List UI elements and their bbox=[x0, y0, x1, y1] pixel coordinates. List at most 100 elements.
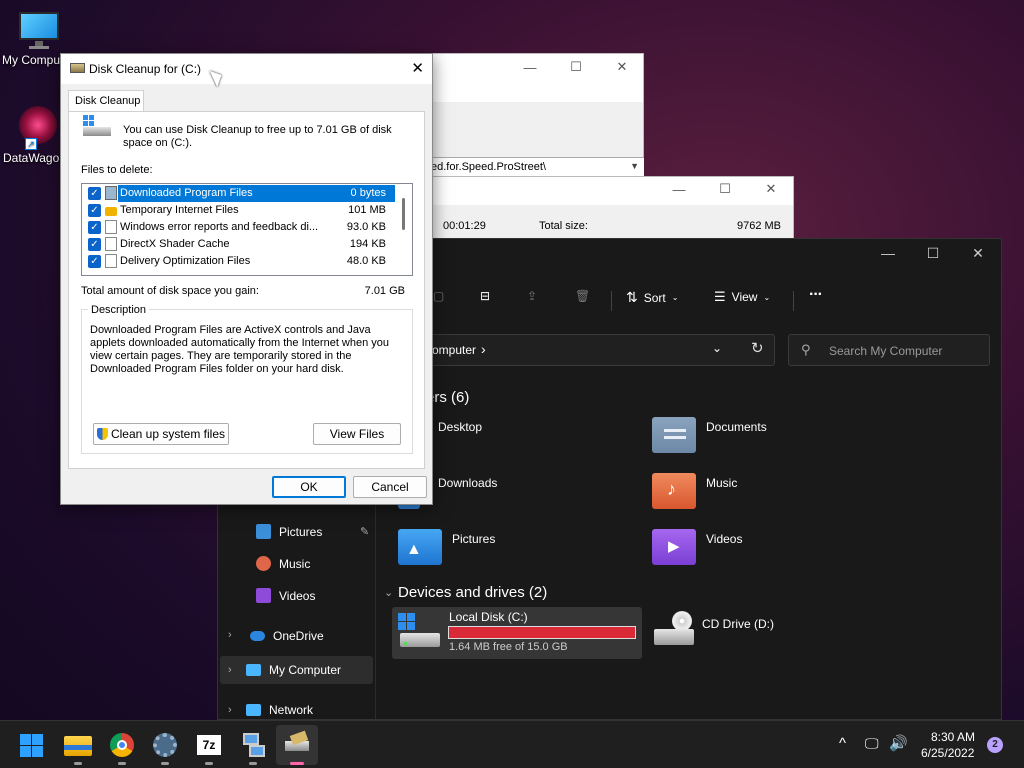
minimize-icon[interactable]: — bbox=[664, 182, 694, 197]
7zip-icon[interactable]: 7z bbox=[193, 729, 225, 765]
nav-item-my-computer[interactable]: My Computer bbox=[246, 663, 341, 677]
path-combobox[interactable]: ed.for.Speed.ProStreet\ ▼ bbox=[431, 157, 644, 177]
chrome-icon[interactable] bbox=[106, 729, 138, 765]
expand-chevron-icon[interactable]: › bbox=[228, 704, 232, 716]
chevron-down-icon[interactable]: ▼ bbox=[630, 161, 639, 171]
nav-item-label: Music bbox=[279, 556, 311, 571]
notification-badge[interactable]: 2 bbox=[987, 737, 1003, 753]
videos-icon bbox=[256, 588, 271, 603]
section-header-devices[interactable]: Devices and drives (2) bbox=[398, 584, 547, 601]
view-label: View bbox=[731, 290, 758, 304]
drive-cd-d[interactable]: CD Drive (D:) bbox=[650, 609, 850, 659]
tab-disk-cleanup[interactable]: Disk Cleanup bbox=[68, 90, 144, 112]
more-options-button[interactable]: ··· bbox=[809, 286, 823, 304]
tray-overflow-chevron[interactable]: ^ bbox=[839, 735, 846, 752]
list-item[interactable]: ✓ DirectX Shader Cache 194 KB bbox=[82, 236, 396, 253]
documents-folder-icon bbox=[652, 417, 696, 453]
drive-label: CD Drive (D:) bbox=[702, 617, 774, 631]
start-icon[interactable] bbox=[17, 729, 49, 761]
scrollbar-thumb[interactable] bbox=[402, 198, 405, 230]
drive-local-disk-c[interactable]: Local Disk (C:) 1.64 MB free of 15.0 GB bbox=[392, 607, 642, 659]
collapse-chevron-icon[interactable]: ⌄ bbox=[384, 586, 393, 599]
address-bar[interactable]: omputer › ⌄ bbox=[413, 334, 775, 366]
view-button[interactable]: ☰ View ⌄ bbox=[714, 289, 770, 305]
dialog-title: Disk Cleanup for (C:) bbox=[89, 62, 202, 76]
cancel-button[interactable]: Cancel bbox=[353, 476, 427, 498]
nav-item-label: Network bbox=[269, 703, 314, 717]
file-icon bbox=[105, 186, 117, 200]
folder-music[interactable]: ♪ Music bbox=[652, 473, 737, 509]
background-window-progress[interactable]: — ☐ ✕ 00:01:29 Total size: 9762 MB bbox=[430, 176, 794, 243]
background-window-installer[interactable]: — ☐ ✕ ed.for.Speed.ProStreet\ ▼ bbox=[430, 53, 644, 179]
address-crumb[interactable]: omputer bbox=[432, 343, 476, 357]
dialog-title-bar[interactable]: Disk Cleanup for (C:) ✕ bbox=[61, 54, 432, 84]
files-to-delete-list[interactable]: ✓ Downloaded Program Files 0 bytes ✓ Tem… bbox=[81, 183, 413, 276]
file-category-name: Temporary Internet Files bbox=[120, 204, 239, 216]
maximize-icon[interactable]: ☐ bbox=[710, 181, 740, 197]
disk-cleanup-dialog[interactable]: Disk Cleanup for (C:) ✕ Disk Cleanup You… bbox=[60, 53, 433, 505]
file-category-size: 93.0 KB bbox=[346, 221, 386, 233]
network-icon bbox=[246, 704, 261, 716]
refresh-icon[interactable]: ↻ bbox=[751, 339, 764, 357]
clock-date[interactable]: 6/25/2022 bbox=[921, 746, 974, 760]
minimize-icon[interactable]: — bbox=[873, 245, 903, 261]
description-label: Description bbox=[88, 304, 150, 316]
expand-chevron-icon[interactable]: › bbox=[228, 664, 232, 676]
close-icon[interactable]: ✕ bbox=[963, 245, 993, 262]
checkbox-checked[interactable]: ✓ bbox=[88, 238, 101, 251]
sort-button[interactable]: ⇅ Sort ⌄ bbox=[626, 289, 678, 306]
nav-item-music[interactable]: Music bbox=[256, 556, 310, 571]
clean-up-system-files-button[interactable]: Clean up system files bbox=[93, 423, 229, 445]
checkbox-checked[interactable]: ✓ bbox=[88, 204, 101, 217]
app-label: 7z bbox=[197, 735, 221, 755]
maximize-icon[interactable]: ☐ bbox=[561, 59, 591, 75]
volume-icon[interactable]: 🔊 bbox=[889, 734, 908, 752]
folder-videos[interactable]: ▶ Videos bbox=[652, 529, 742, 565]
maximize-icon[interactable]: ☐ bbox=[918, 245, 948, 262]
delete-icon[interactable]: 🗑 bbox=[575, 289, 590, 303]
settings-icon[interactable] bbox=[149, 729, 181, 765]
shield-icon bbox=[96, 428, 108, 440]
list-item[interactable]: ✓ Windows error reports and feedback di.… bbox=[82, 219, 396, 236]
list-scrollbar[interactable] bbox=[395, 184, 412, 275]
rename-icon[interactable]: ⊟ bbox=[480, 289, 490, 303]
file-explorer-icon[interactable] bbox=[62, 729, 94, 765]
view-icon: ☰ bbox=[714, 289, 726, 304]
share-icon[interactable]: ⇪ bbox=[527, 289, 537, 303]
close-icon[interactable]: ✕ bbox=[411, 59, 424, 77]
sort-label: Sort bbox=[643, 290, 666, 305]
disk-cleanup-icon[interactable] bbox=[281, 729, 313, 765]
minimize-icon[interactable]: — bbox=[515, 60, 545, 75]
search-input[interactable]: Search My Computer bbox=[829, 344, 942, 358]
view-files-button[interactable]: View Files bbox=[313, 423, 401, 445]
folder-documents[interactable]: Documents bbox=[652, 417, 767, 453]
checkbox-checked[interactable]: ✓ bbox=[88, 255, 101, 268]
description-text: Downloaded Program Files are ActiveX con… bbox=[90, 324, 390, 375]
close-icon[interactable]: ✕ bbox=[756, 181, 786, 197]
folder-pictures[interactable]: ▲ Pictures bbox=[398, 529, 495, 565]
nav-item-videos[interactable]: Videos bbox=[256, 588, 315, 603]
nav-item-pictures[interactable]: Pictures bbox=[256, 524, 322, 539]
drive-label: Local Disk (C:) bbox=[449, 610, 528, 624]
checkbox-checked[interactable]: ✓ bbox=[88, 187, 101, 200]
list-item[interactable]: ✓ Downloaded Program Files 0 bytes bbox=[82, 185, 396, 202]
nav-item-onedrive[interactable]: OneDrive bbox=[250, 629, 324, 643]
search-box[interactable]: ⚲ Search My Computer bbox=[788, 334, 990, 366]
expand-chevron-icon[interactable]: › bbox=[228, 629, 232, 641]
disk-cleanup-icon bbox=[70, 63, 85, 73]
close-icon[interactable]: ✕ bbox=[607, 59, 637, 75]
elapsed-time: 00:01:29 bbox=[443, 220, 486, 232]
list-item[interactable]: ✓ Delivery Optimization Files 48.0 KB bbox=[82, 253, 396, 270]
network-tool-icon[interactable] bbox=[237, 729, 269, 765]
list-item[interactable]: ✓ Temporary Internet Files 101 MB bbox=[82, 202, 396, 219]
network-icon[interactable]: 🖵 bbox=[865, 735, 879, 752]
clock-time[interactable]: 8:30 AM bbox=[931, 730, 975, 744]
copy-icon[interactable]: ▢ bbox=[433, 289, 444, 303]
pin-icon[interactable]: ✎ bbox=[360, 525, 369, 538]
nav-item-label: Videos bbox=[279, 588, 316, 603]
ok-button[interactable]: OK bbox=[272, 476, 346, 498]
nav-item-network[interactable]: Network bbox=[246, 703, 313, 717]
pictures-folder-icon: ▲ bbox=[398, 529, 442, 565]
checkbox-checked[interactable]: ✓ bbox=[88, 221, 101, 234]
address-dropdown-icon[interactable]: ⌄ bbox=[712, 341, 722, 355]
